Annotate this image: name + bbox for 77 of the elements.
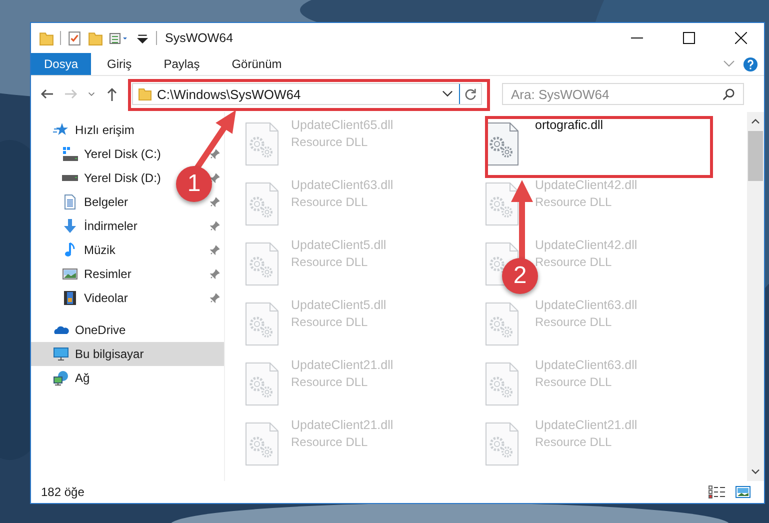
- maximize-icon: [683, 32, 695, 44]
- pin-icon[interactable]: [210, 245, 220, 255]
- film-icon: [62, 290, 78, 306]
- file-type: Resource DLL: [535, 195, 613, 209]
- item-count: 182 öğe: [41, 485, 84, 499]
- nav-item[interactable]: Müzik: [60, 238, 118, 262]
- download-icon: [62, 218, 78, 234]
- image-icon: [62, 266, 78, 282]
- dll-file-icon: [245, 362, 279, 406]
- arrow: [194, 110, 236, 170]
- file-type: Resource DLL: [535, 315, 613, 329]
- nav-item[interactable]: OneDrive: [51, 318, 128, 342]
- computer-icon: [53, 346, 69, 362]
- dll-file-icon: [485, 362, 519, 406]
- nav-item[interactable]: Resimler: [60, 262, 134, 286]
- properties-icon[interactable]: [109, 30, 129, 46]
- pin-icon[interactable]: [210, 293, 220, 303]
- window-title: SysWOW64: [165, 31, 234, 45]
- file-type: Resource DLL: [291, 135, 369, 149]
- folder-icon[interactable]: [88, 30, 103, 46]
- drive-icon: [62, 175, 78, 181]
- dropdown-caret-icon[interactable]: [442, 90, 453, 98]
- folder-icon: [138, 87, 152, 101]
- nav-item[interactable]: Bu bilgisayar: [31, 342, 224, 366]
- dll-file-icon: [245, 302, 279, 346]
- ribbon-tab[interactable]: Giriş: [91, 53, 148, 75]
- scrollbar[interactable]: [747, 112, 764, 481]
- file-type: Resource DLL: [535, 255, 613, 269]
- dll-file-icon: [485, 122, 519, 166]
- nav-item[interactable]: İndirmeler: [60, 214, 140, 238]
- file-type: Resource DLL: [291, 195, 369, 209]
- ribbon-tab[interactable]: Paylaş: [148, 53, 216, 75]
- checklist-icon[interactable]: [67, 30, 82, 46]
- refresh-icon: [464, 88, 477, 100]
- nav-item[interactable]: Belgeler: [60, 190, 130, 214]
- nav-item[interactable]: Videolar: [60, 286, 130, 310]
- large-icons-view-icon[interactable]: [734, 485, 752, 499]
- network-icon: [53, 370, 69, 386]
- dll-file-icon: [245, 242, 279, 286]
- dll-file-icon: [245, 422, 279, 466]
- ribbon-tab[interactable]: Görünüm: [216, 53, 298, 75]
- nav-item[interactable]: Yerel Disk (D:): [60, 166, 163, 190]
- help-icon[interactable]: [743, 56, 758, 72]
- drive-icon: [62, 146, 78, 162]
- pin-icon[interactable]: [210, 149, 220, 159]
- ribbon-tab[interactable]: Dosya: [31, 53, 92, 75]
- expand-ribbon-icon[interactable]: [723, 60, 735, 68]
- file-type: Resource DLL: [535, 435, 613, 449]
- scroll-down-icon[interactable]: [751, 468, 760, 475]
- dll-file-icon: [485, 422, 519, 466]
- dll-file-icon: [485, 302, 519, 346]
- file-type: Resource DLL: [291, 435, 369, 449]
- scroll-up-icon[interactable]: [751, 118, 760, 125]
- close-icon: [735, 32, 747, 44]
- file-type: Resource DLL: [291, 315, 369, 329]
- minimize-icon: [631, 37, 643, 39]
- file-name[interactable]: ortografic.dll: [535, 118, 604, 132]
- folder-icon[interactable]: [39, 30, 54, 46]
- scroll-thumb[interactable]: [748, 131, 763, 181]
- file-type: Resource DLL: [291, 255, 369, 269]
- dll-file-icon: [485, 182, 519, 226]
- pin-icon[interactable]: [210, 197, 220, 207]
- pin-icon[interactable]: [210, 221, 220, 231]
- dll-file-icon: [245, 182, 279, 226]
- nav-item[interactable]: Yerel Disk (C:): [60, 142, 163, 166]
- file-type: Resource DLL: [291, 375, 369, 389]
- file-type: Resource DLL: [535, 375, 613, 389]
- pin-icon[interactable]: [210, 173, 220, 183]
- search-field[interactable]: Ara: SysWOW64: [502, 83, 744, 105]
- dll-file-icon: [245, 122, 279, 166]
- nav-item[interactable]: Ağ: [51, 366, 92, 390]
- recent-caret-icon[interactable]: [87, 90, 96, 98]
- address-field[interactable]: C:\Windows\SysWOW64: [132, 83, 482, 105]
- details-view-icon[interactable]: [708, 485, 726, 499]
- nav-item[interactable]: Hızlı erişim: [51, 118, 136, 142]
- document-icon: [62, 194, 78, 210]
- pin-icon[interactable]: [210, 269, 220, 279]
